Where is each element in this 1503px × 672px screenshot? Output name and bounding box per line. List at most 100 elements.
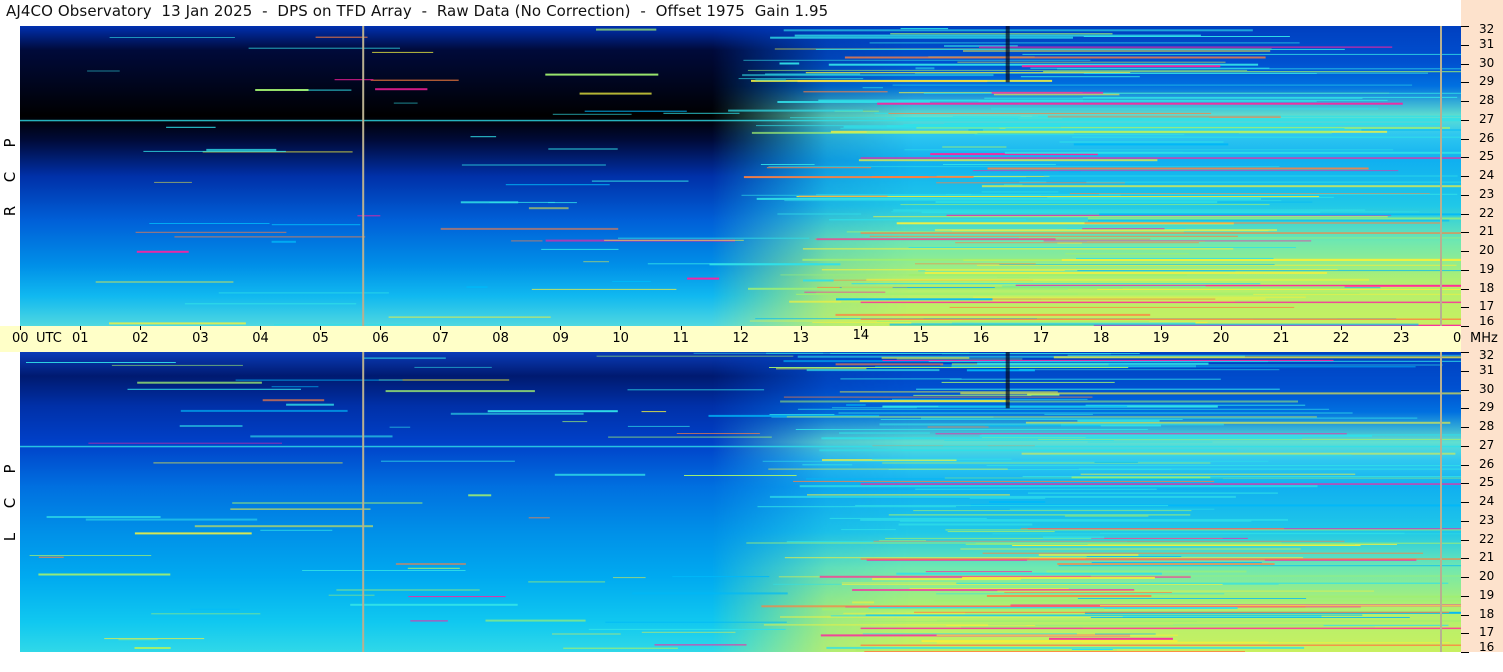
rfi-line <box>783 396 1093 398</box>
utc-tick-label: 15 <box>912 331 930 346</box>
rfi-line <box>804 291 886 293</box>
rfi-line <box>942 146 1007 148</box>
rfi-line <box>798 195 888 197</box>
rfi-line <box>605 621 787 623</box>
frequency-tick-label: 22 <box>1479 531 1495 546</box>
rfi-line <box>461 164 606 166</box>
utc-tick-label: 05 <box>312 331 329 346</box>
utc-tick-label: 00 <box>12 331 29 346</box>
rfi-line <box>563 647 678 649</box>
rcp-spectrogram[interactable] <box>20 26 1461 326</box>
rfi-line <box>470 136 497 138</box>
rfi-line <box>1004 184 1023 186</box>
frequency-tick-mark <box>1461 26 1469 27</box>
frequency-tick-mark <box>1461 389 1469 391</box>
rfi-line <box>916 388 1280 390</box>
frequency-tick-mark <box>1461 82 1469 84</box>
rfi-line <box>890 33 1113 35</box>
rcp-label-strip: P C R <box>0 26 20 326</box>
rfi-line <box>803 279 834 282</box>
rfi-line <box>693 352 824 354</box>
rfi-line <box>979 46 1393 48</box>
rfi-line <box>95 281 234 283</box>
rfi-line <box>466 286 488 289</box>
rfi-line <box>109 322 246 325</box>
rfi-line <box>799 485 1318 488</box>
rfi-line <box>562 421 588 423</box>
utc-tick-mark <box>20 326 21 330</box>
frequency-tick-mark <box>1461 427 1469 428</box>
rfi-line <box>583 261 609 263</box>
rfi-line <box>232 502 423 504</box>
frequency-tick-mark <box>1461 194 1469 196</box>
rfi-line <box>844 56 1266 59</box>
rfi-line <box>46 516 161 518</box>
rfi-line <box>908 247 1296 248</box>
rfi-line <box>1091 537 1248 539</box>
rfi-line <box>230 508 371 510</box>
rfi-line <box>927 426 989 428</box>
utc-tick-label: 10 <box>612 331 629 346</box>
rfi-line <box>862 87 883 89</box>
rfi-line <box>271 224 361 226</box>
rfi-line <box>806 369 940 372</box>
rfi-line <box>757 506 956 508</box>
rfi-line <box>393 102 418 104</box>
utc-tick-label: 13 <box>792 331 810 346</box>
rfi-line <box>302 570 466 571</box>
utc-tick-mark <box>500 326 502 330</box>
rfi-line <box>950 641 1053 643</box>
rfi-line <box>738 78 864 80</box>
rfi-line <box>87 70 120 72</box>
dark-streak <box>1005 26 1010 83</box>
frequency-tick-label: 25 <box>1479 475 1495 490</box>
rfi-line <box>973 296 1306 298</box>
rfi-line <box>934 600 1461 602</box>
rfi-line <box>913 510 1192 512</box>
rfi-line <box>1077 598 1307 599</box>
frequency-tick-label: 20 <box>1479 243 1495 257</box>
rfi-line <box>274 324 410 326</box>
rfi-line <box>1057 68 1461 70</box>
rfi-line <box>1087 217 1461 220</box>
rfi-line <box>1057 563 1275 565</box>
rfi-line <box>981 191 1059 193</box>
utc-tick-label: 19 <box>1152 331 1170 346</box>
rfi-line <box>1067 289 1461 290</box>
rfi-line <box>1038 554 1139 556</box>
rfi-line <box>134 532 252 535</box>
rfi-line <box>840 127 1000 129</box>
rfi-line <box>271 386 319 388</box>
frequency-tick-mark <box>1461 138 1469 140</box>
rfi-line <box>1086 181 1461 183</box>
rfi-line <box>591 180 689 182</box>
rfi-line <box>936 593 1225 595</box>
rfi-line <box>846 404 866 406</box>
rfi-line <box>1071 476 1211 479</box>
frequency-tick-label: 24 <box>1479 168 1495 182</box>
rfi-line <box>780 616 1123 618</box>
rfi-line <box>260 529 333 531</box>
rfi-line <box>1095 633 1156 635</box>
rfi-line <box>985 425 1101 427</box>
rfi-line <box>552 113 632 115</box>
rfi-line <box>819 449 1238 452</box>
rfi-line <box>777 213 862 215</box>
rfi-line <box>627 425 690 427</box>
rfi-line <box>596 28 657 31</box>
rfi-line <box>835 313 1151 316</box>
utc-tick-mark <box>440 326 442 330</box>
rfi-line <box>832 407 917 409</box>
rfi-line <box>952 115 1021 117</box>
frequency-tick-mark <box>1461 370 1469 372</box>
rfi-line <box>987 167 1369 170</box>
rfi-line <box>755 79 786 81</box>
rfi-line <box>328 594 375 596</box>
utc-tick-label: 21 <box>1272 331 1290 346</box>
rfi-line <box>766 167 872 169</box>
rfi-line <box>1087 441 1213 443</box>
frequency-tick-mark <box>1461 614 1469 616</box>
rfi-line <box>882 462 1211 464</box>
lcp-spectrogram[interactable] <box>20 352 1461 652</box>
rfi-line <box>841 583 1223 585</box>
